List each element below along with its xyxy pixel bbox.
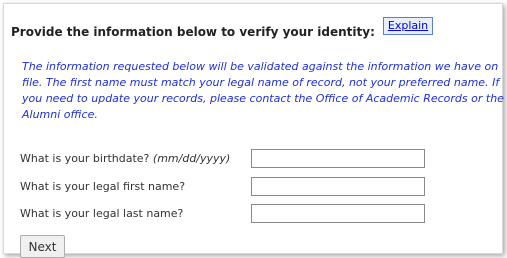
explain-link[interactable]: Explain bbox=[382, 17, 434, 35]
first-name-row: What is your legal first name? bbox=[20, 180, 185, 193]
birthdate-input[interactable] bbox=[251, 149, 425, 168]
next-button[interactable]: Next bbox=[20, 235, 65, 258]
birthdate-label: What is your birthdate? (mm/dd/yyyy) bbox=[20, 152, 231, 165]
identity-verification-panel: Provide the information below to verify … bbox=[3, 3, 504, 258]
first-name-label: What is your legal first name? bbox=[20, 180, 186, 193]
birthdate-hint: (mm/dd/yyyy) bbox=[152, 152, 231, 165]
page-title: Provide the information below to verify … bbox=[11, 25, 375, 39]
birthdate-row: What is your birthdate? (mm/dd/yyyy) bbox=[20, 152, 230, 165]
last-name-row: What is your legal last name? bbox=[20, 207, 183, 220]
last-name-label: What is your legal last name? bbox=[20, 207, 184, 220]
last-name-input[interactable] bbox=[251, 204, 425, 223]
header: Provide the information below to verify … bbox=[11, 17, 434, 41]
notice-text: The information requested below will be … bbox=[22, 60, 504, 121]
first-name-input[interactable] bbox=[251, 177, 425, 196]
